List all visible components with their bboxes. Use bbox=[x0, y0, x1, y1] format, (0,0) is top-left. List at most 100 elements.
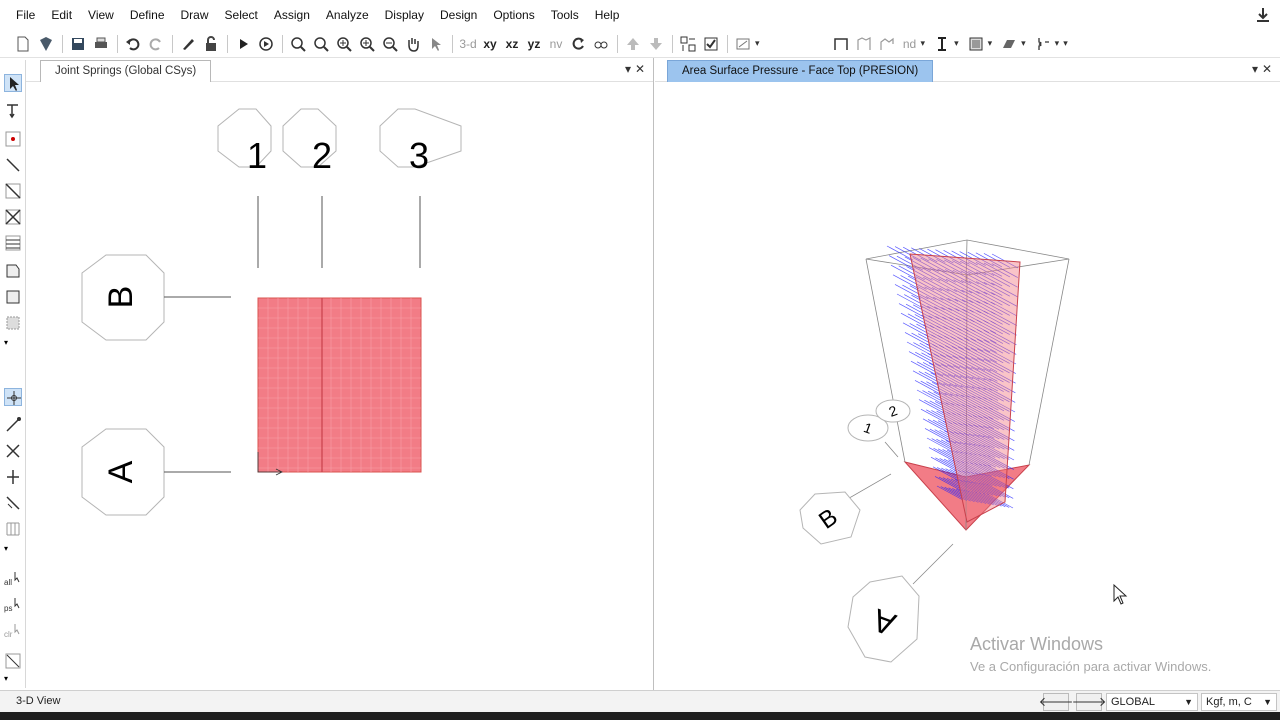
quick-draw-area-icon[interactable] bbox=[4, 314, 22, 332]
menu-help[interactable]: Help bbox=[587, 0, 628, 30]
grid-bubble-A[interactable]: A bbox=[847, 575, 920, 663]
menu-file[interactable]: File bbox=[8, 0, 43, 30]
view-3d-button[interactable]: 3-d bbox=[457, 37, 479, 51]
select-grid-icon[interactable] bbox=[677, 33, 699, 55]
menu-edit[interactable]: Edit bbox=[43, 0, 80, 30]
draw-secondary-icon[interactable] bbox=[4, 234, 22, 252]
model-icon[interactable] bbox=[876, 33, 898, 55]
units-select[interactable]: Kgf, m, C ▼ bbox=[1201, 693, 1277, 711]
menu-analyze[interactable]: Analyze bbox=[318, 0, 377, 30]
open-icon[interactable] bbox=[35, 33, 57, 55]
grid-bubble-1[interactable]: 1 bbox=[217, 108, 272, 176]
dropdown-caret-icon[interactable]: ▾ bbox=[954, 38, 959, 49]
options-icon[interactable] bbox=[732, 33, 754, 55]
snap-grid-icon[interactable] bbox=[4, 520, 22, 538]
menu-options[interactable]: Options bbox=[485, 0, 542, 30]
frame-icon[interactable] bbox=[830, 33, 852, 55]
grid-bubble-2[interactable]: 2 bbox=[875, 399, 911, 423]
grid-bubble-B[interactable]: B bbox=[799, 491, 861, 545]
tab-area-pressure[interactable]: Area Surface Pressure - Face Top (PRESIO… bbox=[667, 60, 934, 82]
checkbox-icon[interactable] bbox=[700, 33, 722, 55]
tab-joint-springs[interactable]: Joint Springs (Global CSys) bbox=[40, 60, 212, 82]
assign-icon[interactable] bbox=[998, 33, 1020, 55]
draw-rect-area-icon[interactable] bbox=[4, 288, 22, 306]
rotate-icon[interactable] bbox=[567, 33, 589, 55]
dropdown-caret-icon[interactable]: ▾ bbox=[755, 38, 760, 49]
run-icon[interactable] bbox=[232, 33, 254, 55]
expand-caret-icon[interactable]: ▾ bbox=[4, 338, 22, 348]
shell-icon[interactable] bbox=[853, 33, 875, 55]
snap-intersections-icon[interactable] bbox=[4, 442, 22, 460]
grid-bubble-3[interactable]: 3 bbox=[379, 108, 462, 176]
lock-icon[interactable] bbox=[200, 33, 222, 55]
quick-draw-frame-icon[interactable] bbox=[4, 182, 22, 200]
dropdown-caret-icon[interactable]: ▾ bbox=[1063, 38, 1068, 49]
undo-icon[interactable] bbox=[122, 33, 144, 55]
zoom-in-icon[interactable] bbox=[333, 33, 355, 55]
tab-menu-icon[interactable]: ▾ bbox=[625, 62, 631, 76]
view-xy-button[interactable]: xy bbox=[479, 37, 501, 51]
menu-tools[interactable]: Tools bbox=[543, 0, 587, 30]
dropdown-caret-icon[interactable]: ▾ bbox=[1055, 38, 1060, 49]
save-icon[interactable] bbox=[67, 33, 89, 55]
close-icon[interactable]: ✕ bbox=[1262, 62, 1272, 76]
previous-selection-icon[interactable]: ps bbox=[4, 596, 22, 614]
close-icon[interactable]: ✕ bbox=[635, 62, 645, 76]
zoom-restore-icon[interactable] bbox=[310, 33, 332, 55]
up-icon[interactable] bbox=[622, 33, 644, 55]
menu-design[interactable]: Design bbox=[432, 0, 485, 30]
pencil-icon[interactable] bbox=[177, 33, 199, 55]
snap-lines-icon[interactable] bbox=[4, 494, 22, 512]
expand-caret-icon[interactable]: ▾ bbox=[4, 544, 22, 554]
zoom-window-icon[interactable] bbox=[287, 33, 309, 55]
menu-view[interactable]: View bbox=[80, 0, 122, 30]
dropdown-caret-icon[interactable]: ▾ bbox=[988, 38, 993, 49]
select-pointer-icon[interactable] bbox=[4, 74, 22, 92]
tab-menu-icon[interactable]: ▾ bbox=[1252, 62, 1258, 76]
clear-selection-icon[interactable]: clr bbox=[4, 622, 22, 640]
perspective-icon[interactable] bbox=[590, 33, 612, 55]
area-icon[interactable] bbox=[965, 33, 987, 55]
pointer-icon[interactable] bbox=[425, 33, 447, 55]
area-pressure-view[interactable]: Area Surface Pressure - Face Top (PRESIO… bbox=[655, 58, 1280, 690]
menu-display[interactable]: Display bbox=[377, 0, 432, 30]
redo-icon[interactable] bbox=[145, 33, 167, 55]
spring-icon[interactable] bbox=[1032, 33, 1054, 55]
grid-bubble-2[interactable]: 2 bbox=[282, 108, 337, 176]
menu-define[interactable]: Define bbox=[122, 0, 173, 30]
menu-assign[interactable]: Assign bbox=[266, 0, 318, 30]
snap-points-icon[interactable] bbox=[4, 388, 22, 406]
zoom-in-step-icon[interactable] bbox=[356, 33, 378, 55]
dropdown-caret-icon[interactable]: ▾ bbox=[1021, 38, 1026, 49]
expand-caret-icon[interactable]: ▾ bbox=[4, 674, 22, 684]
previous-arrow-button[interactable]: 🡐 bbox=[1039, 693, 1073, 711]
intersecting-line-icon[interactable] bbox=[4, 652, 22, 670]
grid-bubble-A[interactable]: A bbox=[81, 428, 165, 516]
download-icon[interactable] bbox=[1254, 6, 1272, 24]
print-icon[interactable] bbox=[90, 33, 112, 55]
new-file-icon[interactable] bbox=[12, 33, 34, 55]
select-all-icon[interactable]: all bbox=[4, 570, 22, 588]
reshape-icon[interactable] bbox=[4, 102, 22, 120]
menu-select[interactable]: Select bbox=[217, 0, 266, 30]
snap-perpendicular-icon[interactable] bbox=[4, 468, 22, 486]
view-yz-button[interactable]: yz bbox=[523, 37, 545, 51]
next-arrow-button[interactable]: 🡒 bbox=[1072, 693, 1106, 711]
snap-ends-icon[interactable] bbox=[4, 416, 22, 434]
section-icon[interactable] bbox=[931, 33, 953, 55]
grid-bubble-B[interactable]: B bbox=[81, 254, 165, 341]
coordinate-system-select[interactable]: GLOBAL ▼ bbox=[1106, 693, 1198, 711]
shell-area[interactable] bbox=[257, 297, 422, 473]
zoom-out-icon[interactable] bbox=[379, 33, 401, 55]
menu-draw[interactable]: Draw bbox=[173, 0, 217, 30]
dropdown-caret-icon[interactable]: ▾ bbox=[921, 38, 926, 49]
draw-joint-icon[interactable] bbox=[4, 130, 22, 148]
run-step-icon[interactable] bbox=[255, 33, 277, 55]
draw-frame-icon[interactable] bbox=[4, 156, 22, 174]
view-nv-button[interactable]: nv bbox=[545, 37, 567, 51]
pan-icon[interactable] bbox=[402, 33, 424, 55]
draw-brace-icon[interactable] bbox=[4, 208, 22, 226]
nd-button[interactable]: nd bbox=[899, 37, 921, 51]
joint-springs-view[interactable]: Joint Springs (Global CSys) ▾ ✕ 1 2 3 B … bbox=[26, 58, 654, 690]
down-icon[interactable] bbox=[645, 33, 667, 55]
